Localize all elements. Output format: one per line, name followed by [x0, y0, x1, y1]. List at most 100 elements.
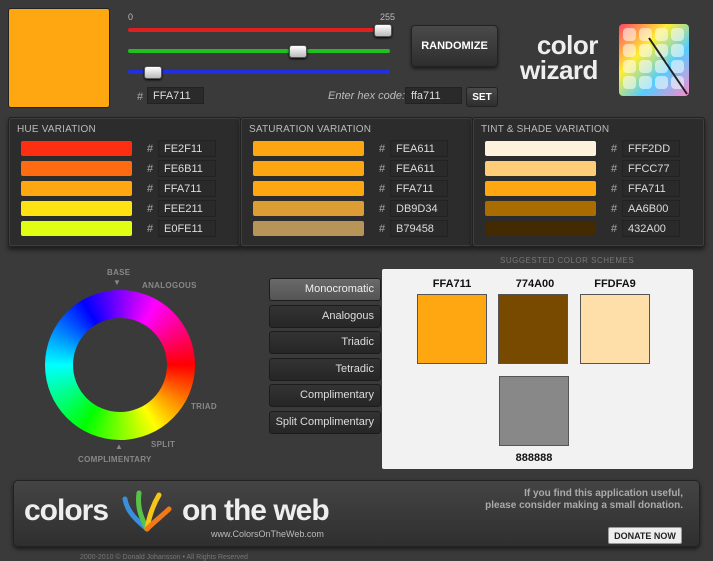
- variation-hex-value: FFA711: [390, 180, 448, 197]
- variation-hex-value: B79458: [390, 220, 448, 237]
- footer-url[interactable]: www.ColorsOnTheWeb.com: [211, 529, 324, 539]
- green-slider-track[interactable]: [128, 49, 390, 53]
- hash-symbol: #: [379, 163, 386, 175]
- variation-hex-value: 432A00: [622, 220, 680, 237]
- colors-logo-icon: [121, 489, 173, 535]
- variation-panel-3: TINT & SHADE VARIATION # FFF2DD # FFCC77 # FFA…: [472, 117, 705, 247]
- wheel-label-analogous: ANALOGOUS: [142, 281, 197, 290]
- scheme-swatch-4-label: 888888: [515, 452, 553, 464]
- hash-symbol: #: [379, 143, 386, 155]
- wheel-label-complimentary: COMPLIMENTARY: [78, 455, 152, 464]
- current-hex-value: FFA711: [147, 87, 204, 104]
- panel-title: SATURATION VARIATION: [249, 124, 372, 135]
- variation-swatch[interactable]: [253, 181, 364, 196]
- variation-swatch[interactable]: [485, 201, 596, 216]
- scheme-button-tetradic[interactable]: Tetradic: [269, 357, 381, 381]
- hash-symbol: #: [611, 163, 618, 175]
- variation-panel-1: HUE VARIATION # FE2F11 # FE6B11 # FFA711 # FEE21…: [8, 117, 241, 247]
- scheme-button-split-complimentary[interactable]: Split Complimentary: [269, 411, 381, 434]
- variation-hex-value: AA6B00: [622, 200, 680, 217]
- hash-symbol: #: [147, 143, 154, 155]
- variation-hex-value: DB9D34: [390, 200, 448, 217]
- hash-symbol: #: [379, 203, 386, 215]
- scheme-swatch-3-label: FFDFA9: [594, 278, 636, 290]
- suggested-schemes-label: SUGGESTED COLOR SCHEMES: [500, 256, 635, 265]
- variation-swatch[interactable]: [253, 141, 364, 156]
- green-slider-handle[interactable]: [289, 45, 308, 58]
- scheme-swatch-1-label: FFA711: [432, 278, 472, 290]
- variation-swatch[interactable]: [253, 161, 364, 176]
- variation-hex-value: FEA611: [390, 140, 448, 157]
- variation-hex-value: E0FE11: [158, 220, 216, 237]
- blue-slider-handle[interactable]: [144, 66, 163, 79]
- footer-brand-left: colors: [24, 494, 109, 527]
- panel-title: TINT & SHADE VARIATION: [481, 124, 610, 135]
- current-color-swatch: [8, 8, 110, 108]
- wheel-label-base: BASE: [107, 268, 131, 277]
- color-wheel-center: [73, 318, 167, 412]
- variation-swatch[interactable]: [485, 221, 596, 236]
- randomize-button[interactable]: RANDOMIZE: [411, 25, 498, 67]
- color-wizard-logo: color wizard: [520, 32, 598, 85]
- footer-brand-right: on the web: [182, 494, 330, 527]
- complimentary-marker-icon: ▲: [115, 442, 123, 451]
- footer-note: If you find this application useful, ple…: [485, 488, 683, 512]
- scheme-swatch-2[interactable]: [498, 294, 568, 364]
- variation-hex-value: FFCC77: [622, 160, 680, 177]
- panel-title: HUE VARIATION: [17, 124, 96, 135]
- footer-banner: colors on the web www.ColorsOnTheWeb.com…: [13, 480, 700, 547]
- variation-hex-value: FE6B11: [158, 160, 216, 177]
- hash-symbol: #: [379, 183, 386, 195]
- variation-hex-value: FFA711: [622, 180, 680, 197]
- set-button[interactable]: SET: [466, 87, 498, 107]
- color-wheel-area: BASE ▼ ANALOGOUS TRIAD SPLIT ▲ COMPLIMEN…: [40, 265, 220, 465]
- hex-entry-label: Enter hex code:: [328, 90, 406, 102]
- footer-note-line-2: please consider making a small donation.: [485, 500, 683, 511]
- variation-panel-2: SATURATION VARIATION # FEA611 # FEA611 # FFA71…: [240, 117, 473, 247]
- color-wheel[interactable]: [45, 290, 195, 440]
- variation-swatch[interactable]: [21, 181, 132, 196]
- hash-symbol: #: [611, 183, 618, 195]
- hash-symbol: #: [147, 183, 154, 195]
- variation-swatch[interactable]: [485, 181, 596, 196]
- variation-swatch[interactable]: [21, 201, 132, 216]
- wheel-label-split: SPLIT: [151, 440, 176, 449]
- scheme-button-triadic[interactable]: Triadic: [269, 331, 381, 355]
- slider-max-label: 255: [380, 12, 396, 22]
- variation-hex-value: FEA611: [390, 160, 448, 177]
- variation-swatch[interactable]: [253, 221, 364, 236]
- wheel-label-triad: TRIAD: [191, 402, 217, 411]
- footer-note-line-1: If you find this application useful,: [524, 488, 683, 499]
- variation-swatch[interactable]: [485, 141, 596, 156]
- base-marker-icon: ▼: [113, 278, 121, 287]
- scheme-swatch-1[interactable]: [417, 294, 487, 364]
- variation-swatch[interactable]: [485, 161, 596, 176]
- scheme-swatch-2-label: 774A00: [515, 278, 555, 290]
- slider-min-label: 0: [128, 12, 134, 22]
- red-slider-track[interactable]: [128, 28, 390, 32]
- scheme-button-analogous[interactable]: Analogous: [269, 304, 381, 328]
- variation-hex-value: FE2F11: [158, 140, 216, 157]
- logo-line-2: wizard: [520, 55, 598, 85]
- copyright-text: 2000-2010 © Donald Johansson • All Right…: [80, 554, 248, 561]
- variation-swatch[interactable]: [21, 141, 132, 156]
- scheme-swatch-4[interactable]: [499, 376, 569, 446]
- scheme-preview-box: FFA711 774A00 FFDFA9 888888: [382, 269, 693, 469]
- hash-symbol: #: [379, 223, 386, 235]
- scheme-button-complimentary[interactable]: Complimentary: [269, 384, 381, 408]
- blue-slider-track[interactable]: [128, 70, 390, 74]
- scheme-button-monocromatic[interactable]: Monocromatic: [269, 278, 381, 301]
- red-slider-handle[interactable]: [374, 24, 392, 37]
- variation-swatch[interactable]: [253, 201, 364, 216]
- hex-entry-input[interactable]: ffa711: [405, 87, 462, 104]
- wizard-grid-icon: [619, 24, 689, 96]
- donate-button[interactable]: DONATE NOW: [608, 527, 682, 544]
- hash-symbol: #: [611, 223, 618, 235]
- hash-symbol: #: [611, 203, 618, 215]
- variation-swatch[interactable]: [21, 221, 132, 236]
- variation-hex-value: FFA711: [158, 180, 216, 197]
- hash-symbol: #: [147, 163, 154, 175]
- variation-swatch[interactable]: [21, 161, 132, 176]
- hash-symbol: #: [611, 143, 618, 155]
- scheme-swatch-3[interactable]: [580, 294, 650, 364]
